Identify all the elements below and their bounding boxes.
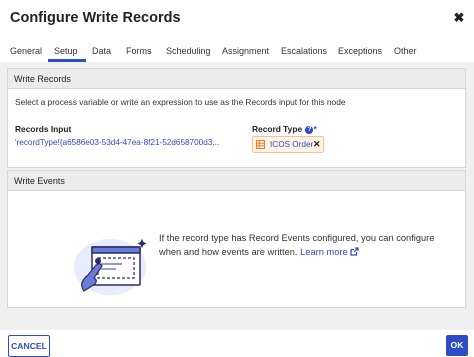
record-type-label-group: Record Type ? * [252, 124, 317, 134]
write-events-section: Write Events If the record type has Reco… [7, 170, 466, 308]
tab-bar: General Setup Data Forms Scheduling Assi… [0, 40, 474, 63]
configure-write-records-dialog: Configure Write Records ✖ General Setup … [0, 0, 474, 357]
tab-data[interactable]: Data [92, 46, 111, 56]
record-type-chip[interactable]: ICOS Order ✕ [252, 136, 324, 153]
external-link-icon [350, 247, 359, 256]
learn-more-link[interactable]: Learn more [300, 247, 359, 257]
write-events-illustration-icon [74, 239, 147, 295]
tab-scheduling[interactable]: Scheduling [166, 46, 211, 56]
record-type-chip-label: ICOS Order [270, 140, 314, 149]
records-input-label: Records Input [15, 124, 72, 134]
write-events-header: Write Events [8, 171, 465, 191]
write-records-header: Write Records [8, 69, 465, 89]
tab-general[interactable]: General [10, 46, 42, 56]
record-type-label: Record Type [252, 124, 303, 134]
write-records-description: Select a process variable or write an ex… [15, 97, 346, 107]
tab-exceptions[interactable]: Exceptions [338, 46, 382, 56]
write-records-title: Write Records [14, 74, 71, 84]
remove-icon[interactable]: ✕ [313, 139, 321, 150]
dialog-header: Configure Write Records ✖ [0, 0, 474, 38]
dialog-body: Write Records Select a process variable … [0, 62, 474, 330]
tab-setup[interactable]: Setup [54, 46, 78, 56]
dialog-footer: CANCEL OK [0, 330, 474, 357]
write-events-message: If the record type has Record Events con… [159, 233, 435, 257]
dialog-title: Configure Write Records [10, 10, 181, 26]
tab-other[interactable]: Other [394, 46, 417, 56]
tab-escalations[interactable]: Escalations [281, 46, 327, 56]
cancel-button[interactable]: CANCEL [8, 335, 50, 357]
required-marker: * [313, 124, 317, 134]
write-records-section: Write Records Select a process variable … [7, 68, 466, 168]
close-icon[interactable]: ✖ [452, 11, 466, 25]
learn-more-label: Learn more [300, 247, 348, 257]
record-type-icon [256, 140, 265, 149]
write-events-message-block: If the record type has Record Events con… [159, 231, 459, 259]
records-input-expression[interactable]: 'recordType!{a6586e03-53d4-47ea-8f21-52d… [15, 138, 219, 147]
tab-assignment[interactable]: Assignment [222, 46, 269, 56]
tab-forms[interactable]: Forms [126, 46, 152, 56]
write-events-title: Write Events [14, 176, 65, 186]
ok-button[interactable]: OK [446, 335, 468, 356]
